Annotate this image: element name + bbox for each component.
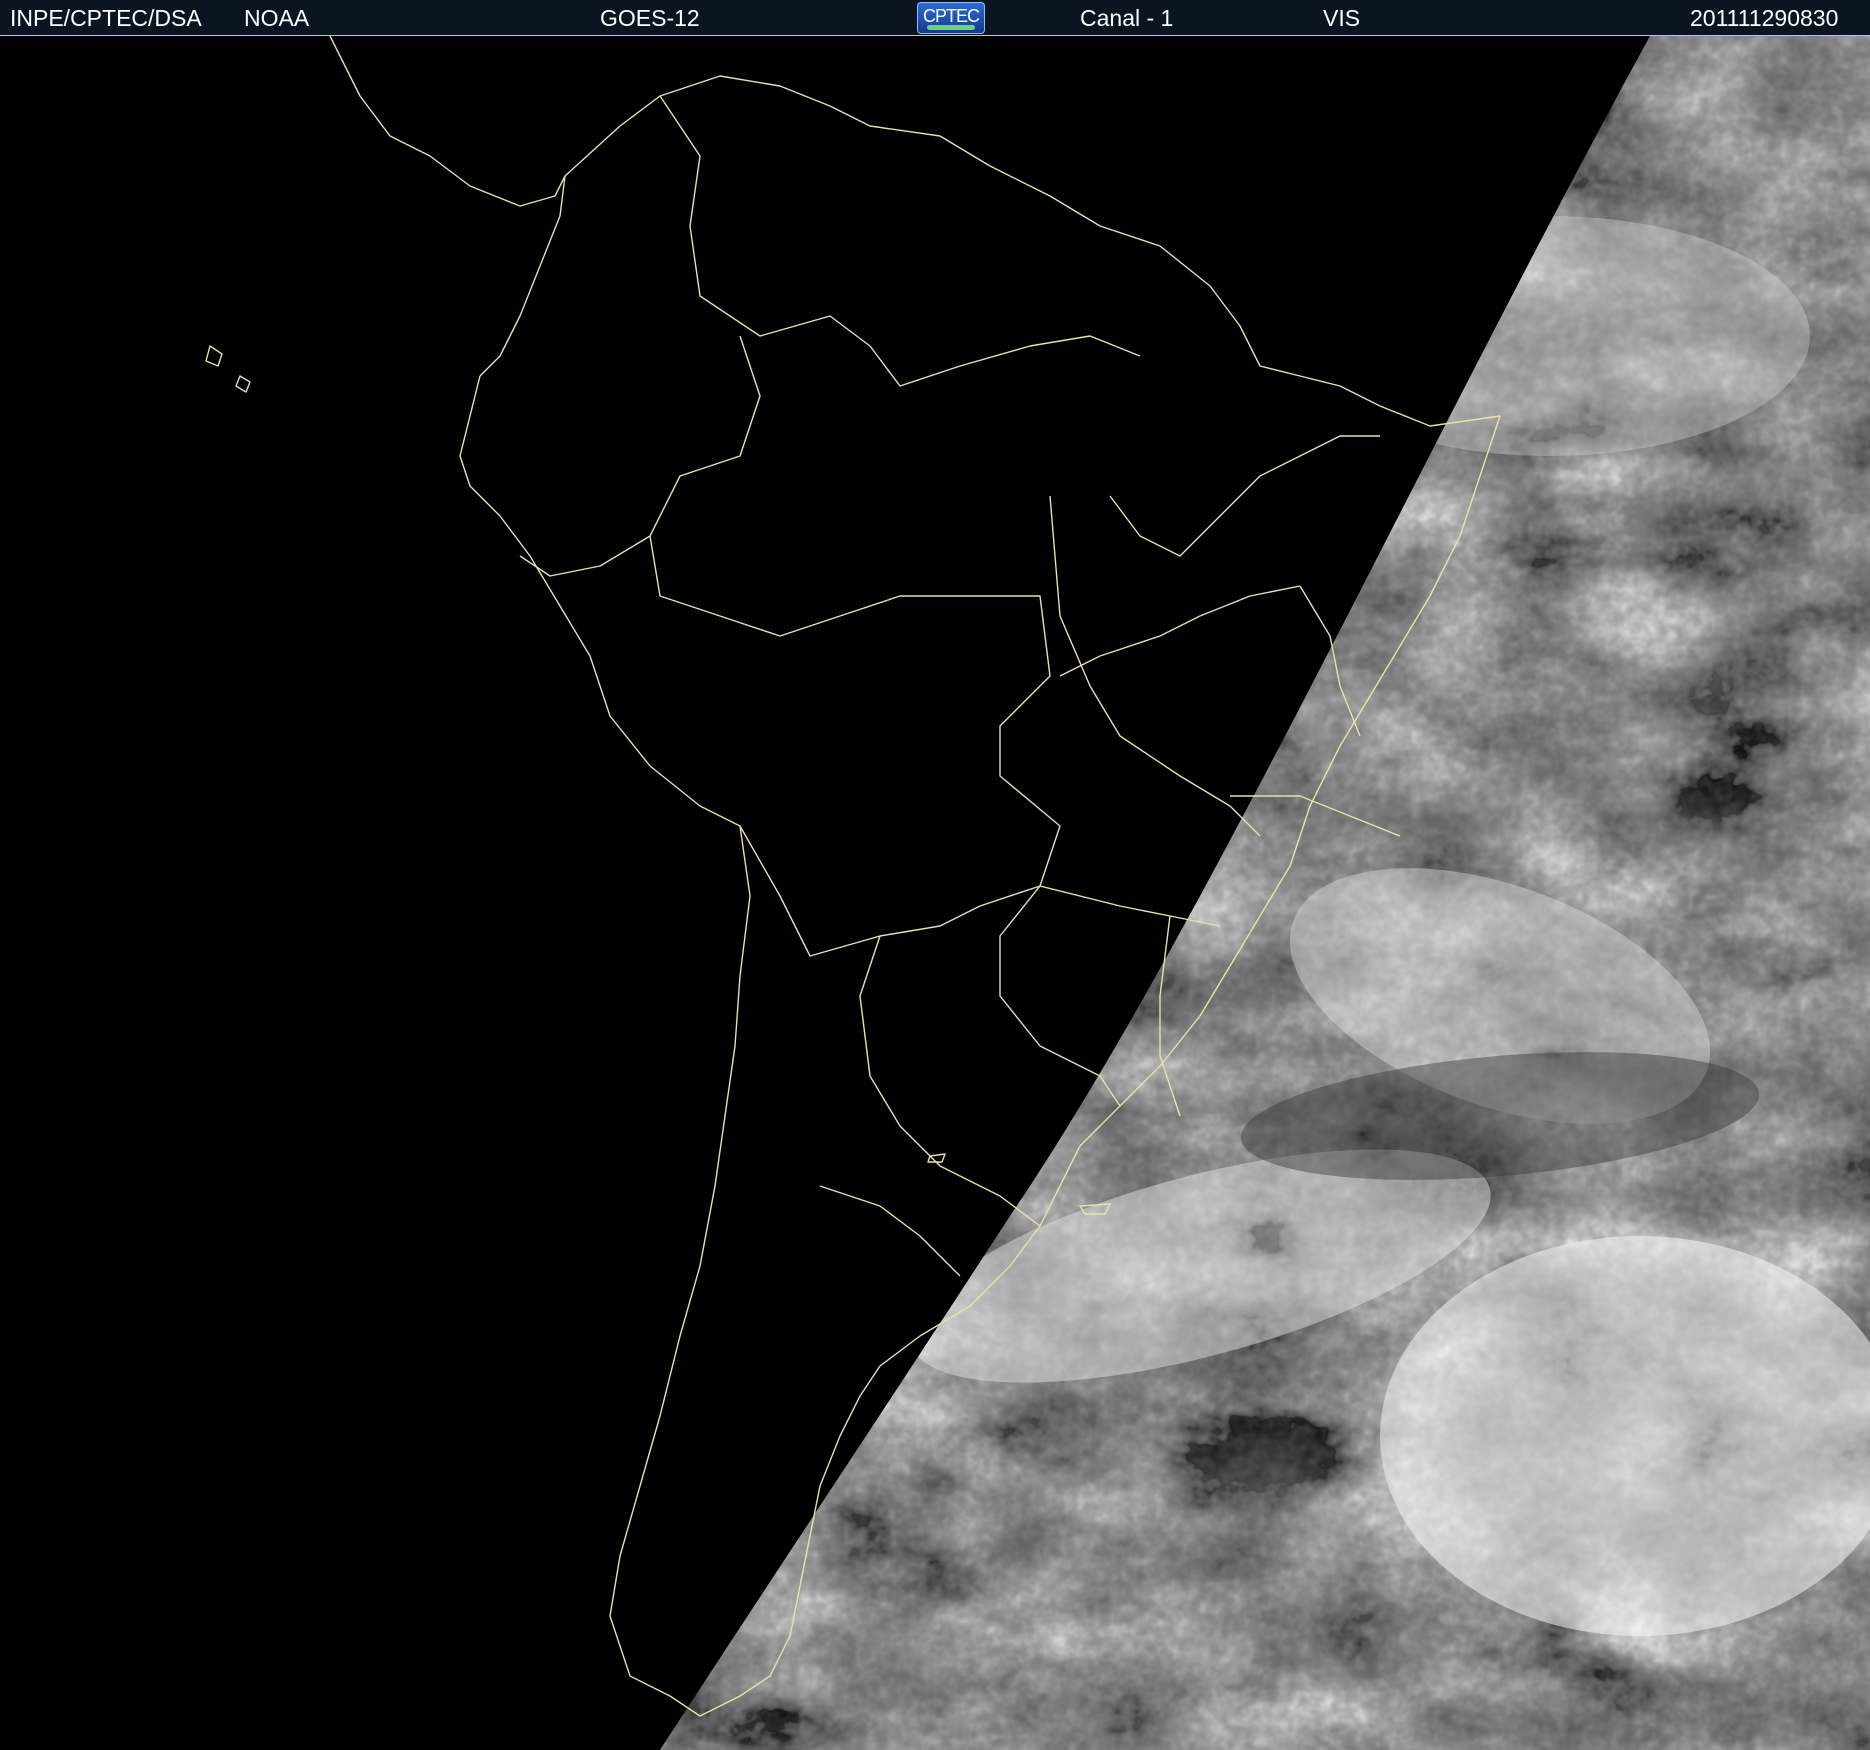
- timestamp-label: 201111290830: [1690, 5, 1839, 31]
- provider-label: NOAA: [244, 5, 310, 31]
- image-header-bar: INPE/CPTEC/DSA NOAA GOES-12 CPTEC Canal …: [0, 0, 1870, 36]
- cptec-logo: CPTEC: [917, 2, 985, 34]
- band-label: VIS: [1323, 5, 1361, 31]
- logo-text: CPTEC: [922, 6, 980, 26]
- logo-swoosh-icon: [927, 25, 975, 30]
- channel-label: Canal - 1: [1080, 5, 1174, 31]
- satellite-label: GOES-12: [600, 5, 700, 31]
- satellite-image: [0, 36, 1870, 1750]
- agency-label: INPE/CPTEC/DSA: [10, 5, 202, 31]
